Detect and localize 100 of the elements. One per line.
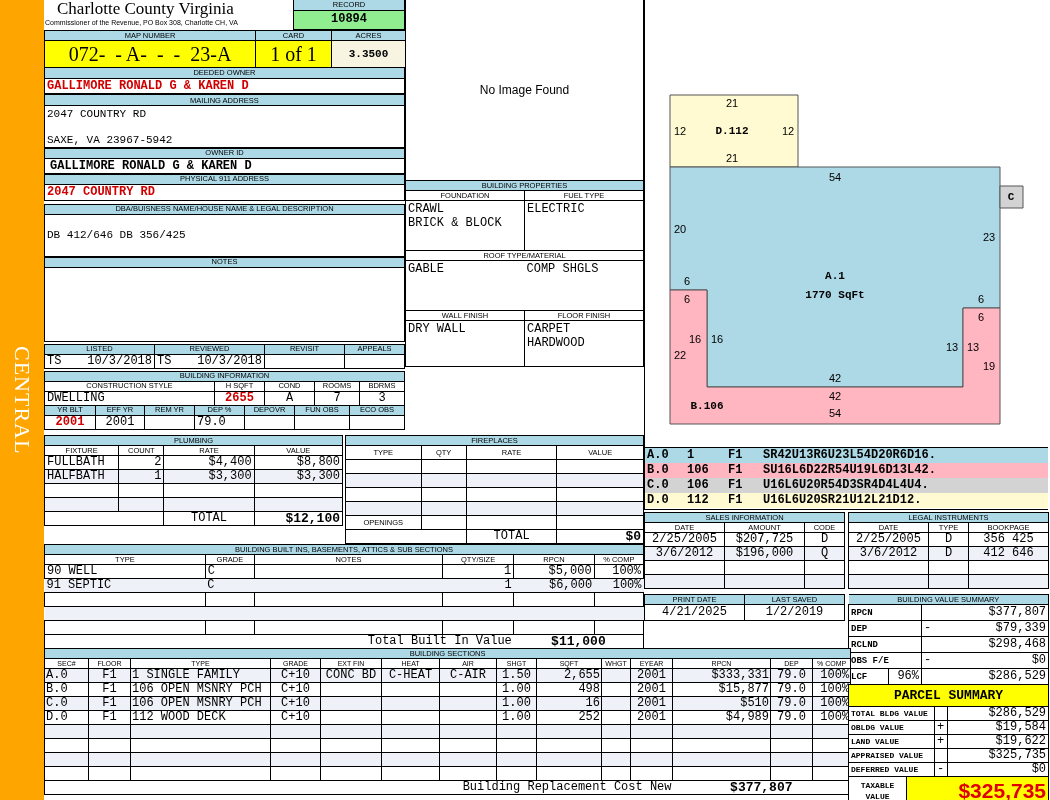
- total-label: Building Replacement Cost New: [44, 780, 673, 795]
- summary-value: $0: [947, 762, 1049, 777]
- table-cell: C+10: [270, 710, 321, 725]
- table-cell: 90 WELL: [44, 564, 206, 579]
- summary-label: LAND VALUE: [848, 734, 935, 749]
- card-number: 1 of 1: [255, 40, 332, 68]
- table-cell: 112 WOOD DECK: [130, 710, 271, 725]
- table-cell: 79.0: [770, 710, 813, 725]
- property-value: BRICK & BLOCK: [408, 216, 502, 230]
- property-value: CARPET: [527, 322, 571, 336]
- floor-code: F1: [728, 463, 743, 478]
- field-value: 2655: [214, 391, 265, 405]
- property-value: COMP SHGLS: [524, 260, 644, 311]
- summary-label: TAXABLE VALUE: [848, 776, 907, 800]
- dimension-label: 12: [781, 125, 795, 137]
- summary-value: $19,584: [947, 720, 1049, 735]
- table-cell: $4,989: [672, 710, 771, 725]
- floor-code: F1: [728, 493, 743, 508]
- summary-value: $19,622: [947, 734, 1049, 749]
- dimension-label: 54: [828, 407, 842, 419]
- table-cell: 106 OPEN MSNRY PCH: [130, 682, 271, 697]
- table-cell: C: [205, 564, 255, 579]
- table-cell: 2: [118, 455, 164, 470]
- field-value: 3: [359, 391, 405, 405]
- summary-label: DEP: [848, 620, 922, 637]
- table-cell: 356 425: [968, 532, 1049, 547]
- table-cell: 1.00: [496, 710, 537, 725]
- print-date: 4/21/2025: [644, 604, 745, 621]
- area-label: D.112: [715, 125, 749, 137]
- table-cell: 100%: [594, 564, 644, 579]
- field-value: A: [264, 391, 315, 405]
- table-cell: 2/25/2005: [848, 532, 929, 547]
- record-number: 10894: [294, 11, 404, 29]
- field-value: 2001: [44, 415, 96, 430]
- table-cell: 79.0: [770, 682, 813, 697]
- field-value: 79.0: [194, 415, 245, 430]
- table-cell: F1: [88, 710, 131, 725]
- area-code: 106: [687, 463, 709, 478]
- owner-name: GALLIMORE RONALD G & KAREN D: [44, 158, 405, 173]
- summary-value: $298,468: [936, 636, 1049, 653]
- sign-symbol: +: [934, 734, 948, 749]
- taxable-value: $325,735: [906, 776, 1049, 800]
- table-cell: FULLBATH: [44, 455, 119, 470]
- dimension-label: 21: [725, 97, 739, 109]
- address-line: SAXE, VA 23967-5942: [47, 133, 173, 147]
- section-code: C.0: [647, 478, 669, 493]
- section-code: A.0: [647, 448, 669, 463]
- field-value: 2001: [95, 415, 145, 430]
- summary-label: TOTAL BLDG VALUE: [848, 706, 935, 721]
- section-code: D.0: [647, 493, 669, 508]
- table-cell: 2001: [630, 710, 673, 725]
- area-code: 112: [687, 493, 709, 508]
- owner-name: GALLIMORE RONALD G & KAREN D: [44, 78, 405, 93]
- summary-value: $79,339: [936, 620, 1049, 637]
- last-saved-date: 1/2/2019: [744, 604, 845, 621]
- vector-string: U16L6U20R54D3SR4D4L4U4.: [763, 478, 929, 493]
- table-cell: C+10: [270, 682, 321, 697]
- total-value: $0: [556, 529, 644, 544]
- property-value: DRY WALL: [408, 322, 466, 336]
- area-size-label: 1770 SqFt: [805, 289, 865, 301]
- property-value: GABLE: [405, 260, 525, 311]
- table-cell: $8,800: [254, 455, 343, 470]
- property-value: HARDWOOD: [527, 336, 585, 350]
- table-cell: D.0: [44, 710, 89, 725]
- listed-date: 10/3/2018: [87, 354, 152, 368]
- dimension-label: 20: [673, 223, 687, 235]
- dimension-label: 13: [945, 341, 959, 353]
- table-cell: 1.00: [496, 682, 537, 697]
- vector-string: SR42U13R6U23L54D20R6D16.: [763, 448, 936, 463]
- map-number: 072- - A- - - 23-A: [44, 40, 256, 68]
- dimension-label: 6: [683, 293, 691, 305]
- table-cell: D: [928, 532, 969, 547]
- table-cell: F1: [88, 682, 131, 697]
- sign-symbol: +: [934, 720, 948, 735]
- vector-string: SU16L6D22R54U19L6D13L42.: [763, 463, 936, 478]
- table-cell: 2001: [630, 682, 673, 697]
- dimension-label: 19: [982, 360, 996, 372]
- total-value: $12,100: [254, 511, 343, 526]
- floor-code: F1: [728, 448, 743, 463]
- lister-initials: TS: [47, 354, 62, 368]
- dimension-label: 42: [828, 390, 842, 402]
- total-label: TOTAL: [466, 529, 557, 544]
- dimension-label: 6: [977, 311, 985, 323]
- dimension-label: 16: [688, 333, 702, 345]
- acreage: 3.3500: [331, 40, 406, 68]
- dimension-label: 21: [725, 152, 739, 164]
- table-cell: 252: [536, 710, 602, 725]
- table-cell: $4,400: [163, 455, 255, 470]
- table-cell: $5,000: [513, 564, 595, 579]
- physical-address: 2047 COUNTRY RD: [44, 184, 405, 200]
- table-cell: $207,725: [724, 532, 805, 547]
- table-cell: 1: [442, 564, 514, 579]
- summary-label: APPRAISED VALUE: [848, 748, 935, 763]
- address-line: 2047 COUNTRY RD: [47, 107, 147, 121]
- dimension-label: 42: [828, 372, 842, 384]
- total-label: TOTAL: [163, 511, 255, 526]
- dimension-label: 6: [683, 275, 691, 287]
- section-code: B.0: [647, 463, 669, 478]
- area-label: B.106: [690, 400, 724, 412]
- legal-description: DB 412/646 DB 356/425: [44, 214, 405, 256]
